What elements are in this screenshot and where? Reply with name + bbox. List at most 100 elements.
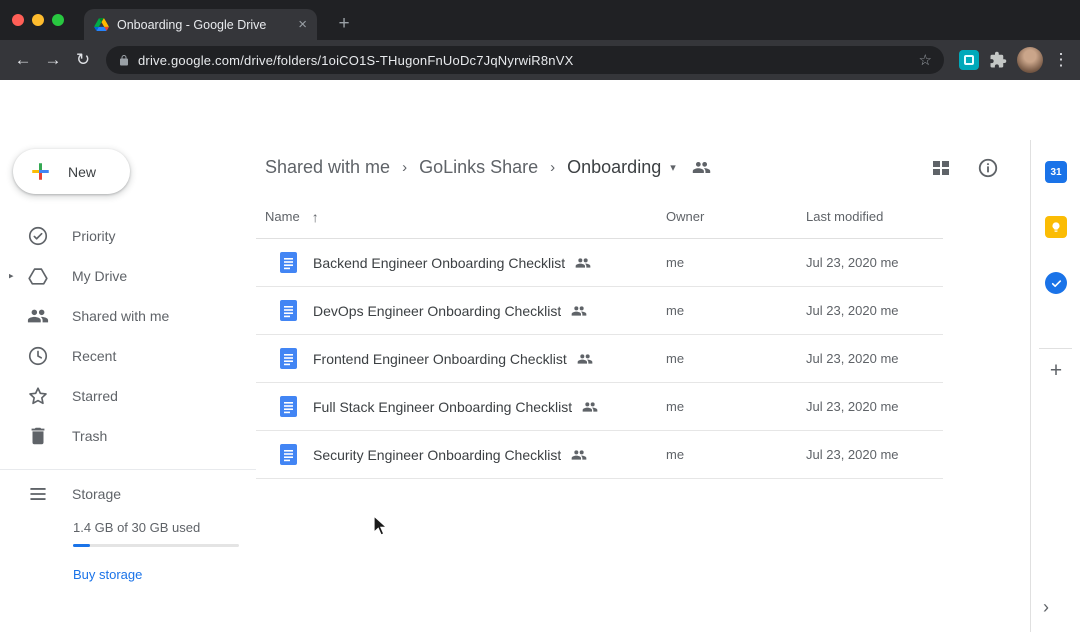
- forward-button[interactable]: →: [38, 45, 68, 75]
- window-controls: [12, 14, 64, 26]
- file-name: Frontend Engineer Onboarding Checklist: [313, 351, 567, 367]
- storage-usage-text: 1.4 GB of 30 GB used: [73, 520, 240, 535]
- storage-progress-fill: [73, 544, 90, 547]
- folder-actions-caret-icon[interactable]: ▾: [670, 161, 676, 174]
- column-header-name[interactable]: Name ↑: [256, 209, 666, 225]
- people-icon: [27, 305, 49, 327]
- file-owner: me: [666, 399, 806, 414]
- file-modified: Jul 23, 2020 me: [806, 303, 943, 318]
- new-button[interactable]: New: [13, 149, 130, 194]
- trash-icon: [27, 425, 49, 447]
- file-row[interactable]: Backend Engineer Onboarding Checklist me…: [256, 239, 943, 287]
- file-name: Full Stack Engineer Onboarding Checklist: [313, 399, 572, 415]
- sidebar-item-storage[interactable]: Storage: [0, 474, 256, 514]
- window-minimize-button[interactable]: [32, 14, 44, 26]
- file-row[interactable]: Frontend Engineer Onboarding Checklist m…: [256, 335, 943, 383]
- file-row[interactable]: DevOps Engineer Onboarding Checklist me …: [256, 287, 943, 335]
- sidebar-item-label: Starred: [72, 388, 118, 404]
- sidebar-item-starred[interactable]: Starred: [0, 376, 256, 416]
- new-button-label: New: [68, 164, 96, 180]
- sidebar-item-shared-with-me[interactable]: Shared with me: [0, 296, 256, 336]
- breadcrumb-separator-icon: ›: [402, 159, 407, 176]
- tasks-icon[interactable]: [1045, 272, 1067, 294]
- shared-file-indicator-icon: [575, 255, 591, 271]
- table-header-row: Name ↑ Owner Last modified: [256, 195, 943, 239]
- breadcrumb-item-shared-with-me[interactable]: Shared with me: [265, 157, 390, 178]
- breadcrumb-item-golinks-share[interactable]: GoLinks Share: [419, 157, 538, 178]
- close-tab-button[interactable]: ×: [298, 17, 307, 32]
- sidebar-item-priority[interactable]: Priority: [0, 216, 256, 256]
- rail-divider: [1039, 348, 1072, 349]
- drive-header: Drive ▾ ? Suite: [0, 80, 1080, 140]
- new-tab-button[interactable]: +: [331, 11, 357, 37]
- browser-profile-avatar[interactable]: [1017, 47, 1043, 73]
- file-name: Backend Engineer Onboarding Checklist: [313, 255, 565, 271]
- file-row[interactable]: Full Stack Engineer Onboarding Checklist…: [256, 383, 943, 431]
- hide-side-panel-chevron-icon[interactable]: ›: [1043, 597, 1049, 618]
- breadcrumb-item-onboarding[interactable]: Onboarding: [567, 157, 661, 178]
- sidebar-item-my-drive[interactable]: ▸ My Drive: [0, 256, 256, 296]
- column-header-modified: Last modified: [806, 209, 943, 224]
- sidebar-item-label: Priority: [72, 228, 116, 244]
- file-owner: me: [666, 351, 806, 366]
- sidebar-item-trash[interactable]: Trash: [0, 416, 256, 456]
- browser-menu-icon[interactable]: ⋮: [1050, 50, 1072, 70]
- window-close-button[interactable]: [12, 14, 24, 26]
- shared-file-indicator-icon: [571, 447, 587, 463]
- file-modified: Jul 23, 2020 me: [806, 447, 943, 462]
- my-drive-icon: [27, 265, 49, 287]
- expand-chevron-icon[interactable]: ▸: [9, 271, 14, 282]
- file-owner: me: [666, 255, 806, 270]
- file-modified: Jul 23, 2020 me: [806, 399, 943, 414]
- tab-title: Onboarding - Google Drive: [117, 18, 290, 32]
- side-panel-rail: 31 + ›: [1030, 140, 1080, 632]
- browser-toolbar: ← → ↻ drive.google.com/drive/folders/1oi…: [0, 40, 1080, 80]
- google-doc-icon: [280, 348, 297, 369]
- extensions-puzzle-icon[interactable]: [986, 48, 1010, 72]
- multicolor-plus-icon: [27, 158, 54, 185]
- shared-file-indicator-icon: [577, 351, 593, 367]
- google-doc-icon: [280, 252, 297, 273]
- clock-icon: [27, 345, 49, 367]
- extension-icon-teal[interactable]: [959, 50, 979, 70]
- drive-favicon: [94, 18, 109, 31]
- url-text: drive.google.com/drive/folders/1oiCO1S-T…: [138, 53, 911, 68]
- bookmark-star-icon[interactable]: ☆: [919, 51, 932, 69]
- sidebar-item-recent[interactable]: Recent: [0, 336, 256, 376]
- browser-tab[interactable]: Onboarding - Google Drive ×: [84, 9, 317, 40]
- sidebar-item-label: Recent: [72, 348, 116, 364]
- shared-file-indicator-icon: [582, 399, 598, 415]
- address-bar[interactable]: drive.google.com/drive/folders/1oiCO1S-T…: [106, 46, 944, 74]
- file-owner: me: [666, 303, 806, 318]
- window-zoom-button[interactable]: [52, 14, 64, 26]
- google-doc-icon: [280, 444, 297, 465]
- buy-storage-link[interactable]: Buy storage: [73, 567, 142, 582]
- storage-icon: [27, 483, 49, 505]
- sidebar-item-label: Storage: [72, 486, 121, 502]
- sidebar-divider: [0, 469, 256, 470]
- priority-check-circle-icon: [27, 225, 49, 247]
- column-header-owner: Owner: [666, 209, 806, 224]
- file-table: Name ↑ Owner Last modified Backend Engin…: [256, 195, 943, 479]
- details-info-icon[interactable]: [977, 157, 999, 179]
- keep-icon[interactable]: [1045, 216, 1067, 238]
- storage-progress-bar: [73, 544, 239, 547]
- grid-view-toggle-icon[interactable]: [929, 156, 953, 180]
- lock-icon[interactable]: [118, 54, 130, 67]
- sort-ascending-icon: ↑: [312, 209, 319, 225]
- file-row[interactable]: Security Engineer Onboarding Checklist m…: [256, 431, 943, 479]
- reload-button[interactable]: ↻: [68, 45, 98, 75]
- get-addons-button[interactable]: +: [1045, 360, 1067, 382]
- file-modified: Jul 23, 2020 me: [806, 255, 943, 270]
- sidebar-item-label: Trash: [72, 428, 107, 444]
- shared-file-indicator-icon: [571, 303, 587, 319]
- google-doc-icon: [280, 300, 297, 321]
- google-doc-icon: [280, 396, 297, 417]
- calendar-icon[interactable]: 31: [1045, 161, 1067, 183]
- sidebar-item-label: Shared with me: [72, 308, 169, 324]
- column-header-label: Name: [265, 209, 300, 224]
- file-name: Security Engineer Onboarding Checklist: [313, 447, 561, 463]
- breadcrumb: Shared with me › GoLinks Share › Onboard…: [256, 140, 1030, 195]
- shared-folder-indicator-icon: [692, 158, 711, 177]
- back-button[interactable]: ←: [8, 45, 38, 75]
